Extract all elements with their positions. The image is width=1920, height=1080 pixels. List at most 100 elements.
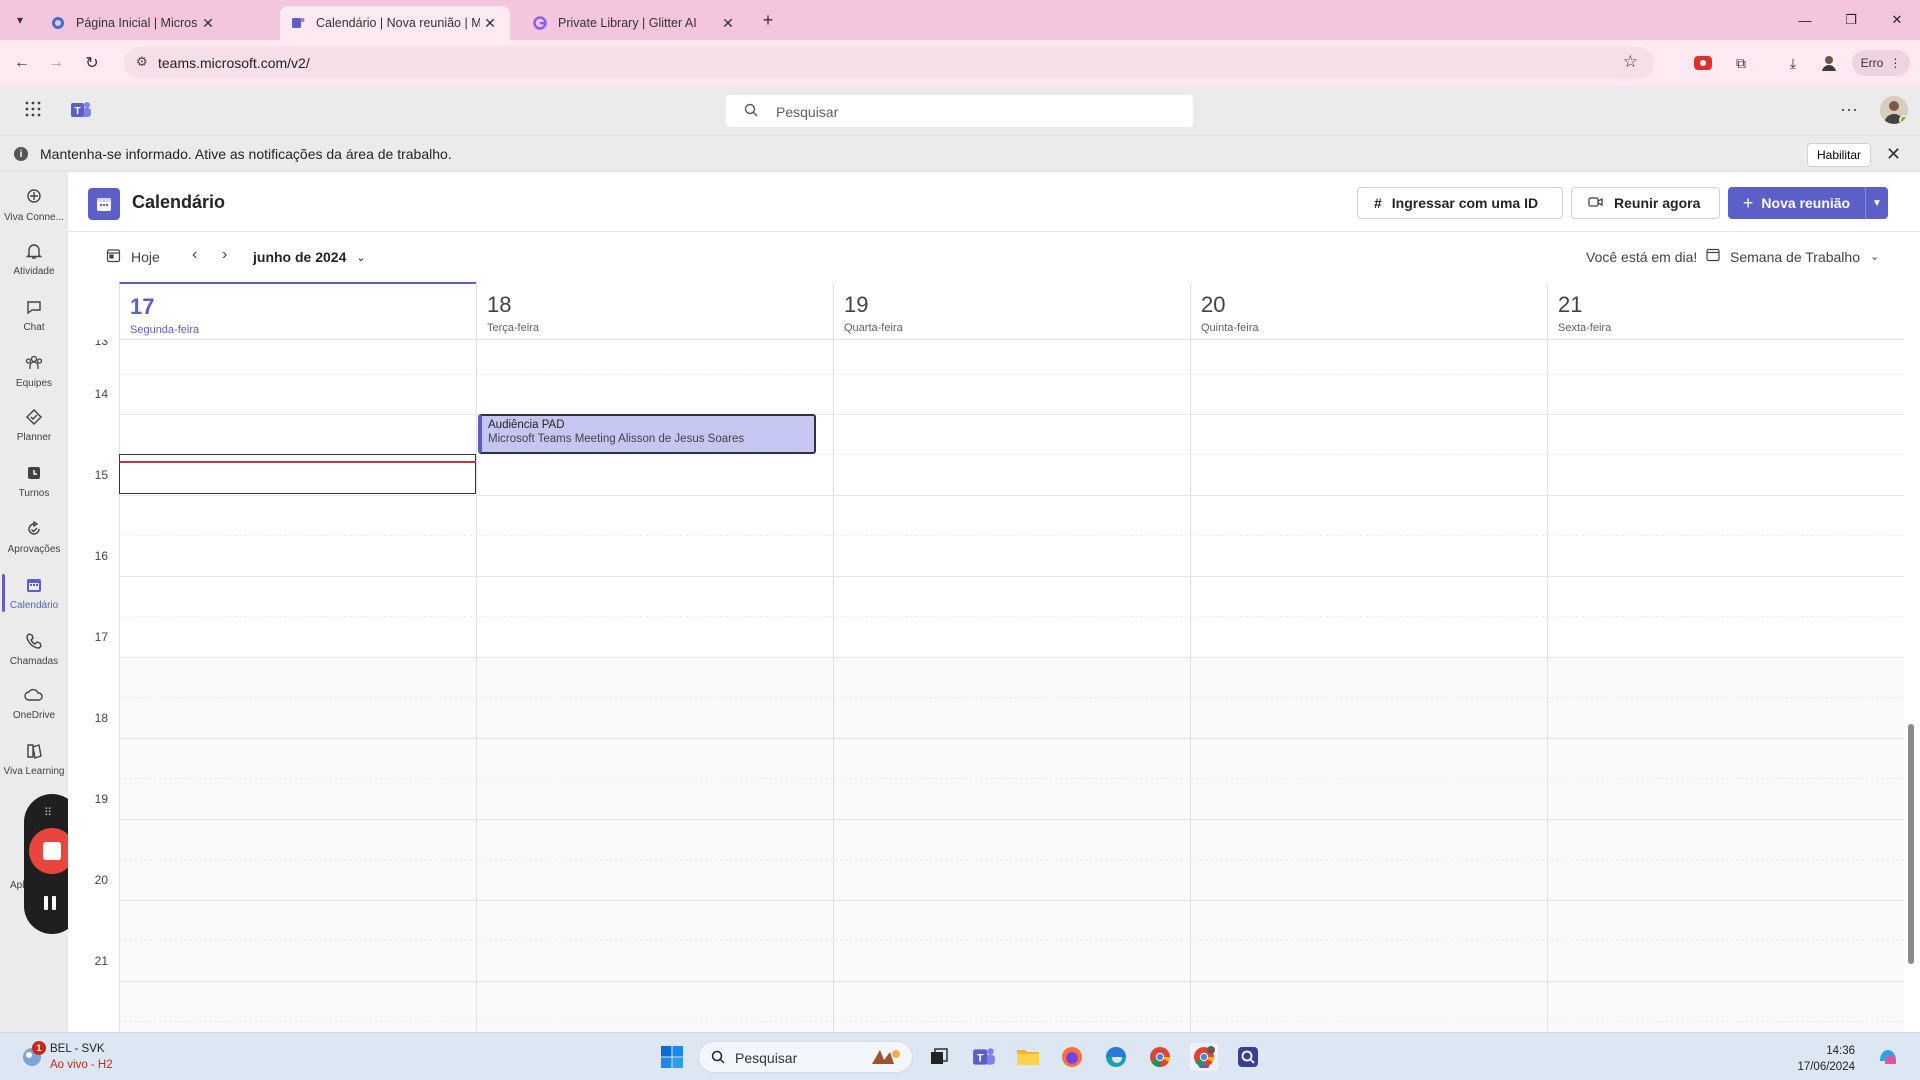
user-avatar[interactable] — [1880, 96, 1908, 124]
day-name: Terça-feira — [487, 322, 539, 334]
previous-week-chevron-icon[interactable]: ‹ — [192, 246, 197, 264]
close-tab-icon[interactable]: ✕ — [198, 15, 218, 32]
join-with-id-label: Ingressar com uma ID — [1391, 195, 1539, 211]
edge-icon[interactable] — [1102, 1043, 1130, 1071]
browser-tab-calendar[interactable]: Calendário | Nova reunião | Mic ✕ — [280, 6, 510, 40]
clock-time: 14:36 — [1826, 1045, 1855, 1057]
search-app-icon[interactable] — [1234, 1043, 1262, 1071]
close-window-icon[interactable]: ✕ — [1874, 8, 1920, 32]
pause-recording-button[interactable] — [44, 896, 60, 912]
tab-list-chevron-icon[interactable]: ▾ — [8, 8, 32, 32]
chrome-profile-icon[interactable] — [1190, 1043, 1218, 1071]
minimize-icon[interactable]: — — [1782, 8, 1828, 32]
new-meeting-main[interactable]: + Nova reunião — [1728, 187, 1866, 219]
address-bar[interactable]: ⚙ teams.microsoft.com/v2/ ☆ — [124, 47, 1654, 79]
more-options-icon[interactable]: ··· — [1840, 99, 1858, 120]
month-label: junho de 2024 — [253, 249, 347, 265]
active-app-indicator — [1199, 1065, 1209, 1068]
close-tab-icon[interactable]: ✕ — [480, 15, 500, 32]
task-view-icon[interactable] — [925, 1043, 953, 1071]
profile-avatar-icon[interactable] — [1818, 52, 1840, 74]
day-header-wednesday[interactable]: 19 Quarta-feira — [833, 282, 1190, 340]
chevron-down-icon[interactable]: ▼ — [1866, 187, 1888, 219]
reload-icon[interactable]: ↻ — [80, 51, 104, 75]
browser-tab-microsoft365[interactable]: Página Inicial | Microsoft 365 ✕ — [40, 6, 228, 40]
widget-subline[interactable]: Ao vivo - H2 — [50, 1059, 113, 1071]
teams-taskbar-icon[interactable]: T — [970, 1043, 998, 1071]
close-banner-icon[interactable]: ✕ — [1886, 144, 1901, 165]
selected-time-slot[interactable] — [119, 454, 476, 494]
profile-error-label: Erro — [1860, 56, 1884, 70]
back-arrow-icon[interactable]: ← — [10, 51, 34, 75]
calendar-icon — [23, 574, 45, 596]
new-tab-plus-icon[interactable]: + — [758, 10, 778, 30]
vertical-scrollbar[interactable] — [1908, 724, 1914, 964]
drag-handle-icon[interactable]: ⠿ — [44, 806, 53, 819]
rail-item-shifts[interactable]: Turnos — [0, 456, 68, 510]
rail-item-label: Viva Conne... — [4, 212, 64, 223]
time-grid[interactable]: 13 14 15 16 17 18 19 20 21 Audiência PAD… — [68, 340, 1920, 1032]
meet-now-button[interactable]: Reunir agora — [1571, 187, 1720, 219]
bookmark-star-icon[interactable]: ☆ — [1623, 52, 1638, 72]
url-text[interactable]: teams.microsoft.com/v2/ — [158, 55, 310, 71]
extensions-puzzle-icon[interactable]: ⧉ — [1730, 52, 1752, 74]
taskbar-search-input[interactable]: Pesquisar — [698, 1041, 913, 1073]
calendar-event[interactable]: Audiência PAD Microsoft Teams Meeting Al… — [478, 414, 816, 454]
extension-record-icon[interactable] — [1692, 52, 1714, 74]
widget-headline[interactable]: BEL - SVK — [50, 1043, 105, 1055]
svg-text:T: T — [74, 106, 80, 117]
today-button[interactable]: Hoje — [106, 248, 160, 266]
hour-label: 15 — [94, 468, 108, 482]
app-launcher-icon[interactable] — [24, 100, 44, 120]
rail-item-calendar[interactable]: Calendário — [0, 568, 68, 622]
tab-title: Calendário | Nova reunião | Mic — [316, 16, 480, 30]
rail-item-activity[interactable]: Atividade — [0, 234, 68, 288]
rail-item-viva-connections[interactable]: Viva Conne... — [0, 180, 68, 234]
planner-icon — [23, 406, 45, 428]
rail-item-calls[interactable]: Chamadas — [0, 624, 68, 678]
search-icon — [744, 103, 758, 120]
download-icon[interactable]: ⤓ — [1782, 52, 1804, 74]
forward-arrow-icon[interactable]: → — [44, 51, 68, 75]
rail-item-apps-partial[interactable]: Apl — [10, 880, 24, 891]
rail-item-approvals[interactable]: Aprovações — [0, 512, 68, 566]
site-info-icon[interactable]: ⚙ — [136, 54, 148, 70]
enable-notifications-button[interactable]: Habilitar — [1807, 143, 1871, 167]
rail-item-label: Turnos — [18, 488, 50, 499]
firefox-icon[interactable] — [1058, 1043, 1086, 1071]
day-header-tuesday[interactable]: 18 Terça-feira — [476, 282, 833, 340]
new-meeting-button[interactable]: + Nova reunião ▼ — [1728, 187, 1888, 219]
news-widget-icon[interactable]: 1 — [20, 1041, 46, 1069]
restore-icon[interactable]: ❐ — [1828, 8, 1874, 32]
join-with-id-button[interactable]: # Ingressar com uma ID — [1357, 187, 1563, 219]
page-title: Calendário — [132, 192, 226, 212]
system-clock[interactable]: 14:36 17/06/2024 — [1795, 1043, 1855, 1075]
day-header-monday[interactable]: 17 Segunda-feira — [119, 282, 476, 340]
rail-item-label: Viva Learning — [3, 766, 65, 777]
day-number: 19 — [844, 292, 869, 317]
rail-item-viva-learning[interactable]: Viva Learning — [0, 734, 68, 788]
day-header-thursday[interactable]: 20 Quinta-feira — [1190, 282, 1547, 340]
rail-item-planner[interactable]: Planner — [0, 400, 68, 454]
month-picker[interactable]: junho de 2024 ⌄ — [253, 249, 366, 265]
copilot-icon[interactable] — [1874, 1043, 1902, 1071]
profile-error-button[interactable]: Erro ⋮ — [1852, 50, 1910, 76]
rail-item-teams[interactable]: Equipes — [0, 346, 68, 400]
rail-item-onedrive[interactable]: OneDrive — [0, 678, 68, 732]
hour-label: 13 — [94, 340, 108, 348]
glitter-favicon-icon — [532, 15, 548, 31]
m365-favicon-icon — [50, 15, 66, 31]
file-explorer-icon[interactable] — [1014, 1043, 1042, 1071]
close-tab-icon[interactable]: ✕ — [718, 15, 738, 32]
windows-start-icon[interactable] — [658, 1043, 686, 1071]
browser-tab-glitter[interactable]: Private Library | Glitter AI ✕ — [522, 6, 748, 40]
presence-available-icon — [1899, 115, 1908, 124]
clock-date: 17/06/2024 — [1797, 1061, 1855, 1073]
next-week-chevron-icon[interactable]: › — [222, 246, 227, 264]
rail-item-label: Planner — [16, 432, 52, 443]
chrome-icon[interactable] — [1146, 1043, 1174, 1071]
day-header-friday[interactable]: 21 Sexta-feira — [1547, 282, 1904, 340]
rail-item-chat[interactable]: Chat — [0, 290, 68, 344]
teams-search-input[interactable]: Pesquisar — [726, 95, 1193, 127]
view-selector[interactable]: Semana de Trabalho ⌄ — [1706, 248, 1879, 265]
